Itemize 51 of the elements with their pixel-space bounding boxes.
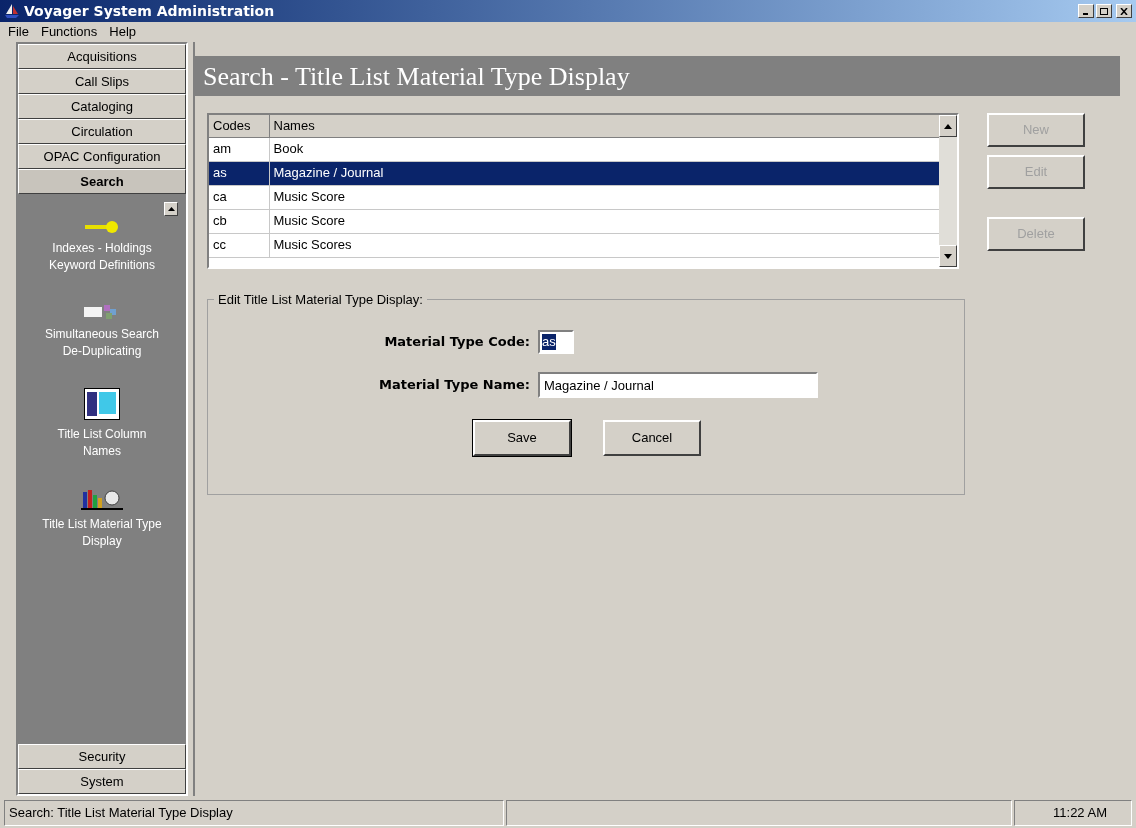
- menu-item[interactable]: File: [8, 22, 29, 42]
- sidebar-section-button[interactable]: Acquisitions: [18, 44, 186, 69]
- menu-item[interactable]: Functions: [40, 22, 98, 42]
- list-icon: [84, 388, 120, 420]
- status-time: 11:22 AM: [1014, 800, 1132, 826]
- scroll-down-icon: [944, 253, 952, 259]
- sidebar-item[interactable]: Title List Column Names: [40, 426, 164, 460]
- sidebar-section-button[interactable]: System: [18, 769, 186, 794]
- key-icon: [85, 220, 119, 234]
- table-cell[interactable]: Magazine / Journal: [269, 161, 939, 185]
- books-icon: [81, 488, 123, 510]
- scroll-up-icon: [167, 207, 175, 211]
- sidebar-section-button[interactable]: Call Slips: [18, 69, 186, 94]
- maximize-button[interactable]: [1096, 4, 1112, 18]
- ship-icon: [4, 3, 20, 19]
- sidebar-item[interactable]: Indexes - Holdings Keyword Definitions: [40, 240, 164, 274]
- sidebar-section-button[interactable]: Search: [18, 169, 186, 194]
- close-icon: [1120, 7, 1128, 15]
- table-cell[interactable]: as: [209, 161, 269, 185]
- table-cell[interactable]: am: [209, 137, 269, 161]
- status-message: Search: Title List Material Type Display: [4, 800, 504, 826]
- field-label: Material Type Code:: [383, 333, 531, 352]
- sidebar-item[interactable]: Simultaneous Search De-Duplicating: [40, 326, 164, 360]
- table-cell[interactable]: Music Score: [269, 209, 939, 233]
- scroll-up-button[interactable]: [164, 202, 178, 216]
- code-field[interactable]: as: [538, 330, 574, 354]
- sidebar-section-button[interactable]: Security: [18, 744, 186, 769]
- page-header: Search - Title List Material Type Display: [195, 56, 1120, 96]
- sidebar-section-button[interactable]: Circulation: [18, 119, 186, 144]
- table-cell[interactable]: cb: [209, 209, 269, 233]
- form-button[interactable]: Save: [473, 420, 571, 456]
- scroll-up-icon: [944, 123, 952, 129]
- menu-item[interactable]: Help: [109, 22, 137, 42]
- form-button[interactable]: Cancel: [603, 420, 701, 456]
- name-field[interactable]: Magazine / Journal: [538, 372, 818, 398]
- sidebar-item[interactable]: Title List Material Type Display: [40, 516, 164, 550]
- column-header[interactable]: Codes: [209, 115, 269, 137]
- scrollbar[interactable]: [939, 115, 957, 267]
- table-cell[interactable]: Music Scores: [269, 233, 939, 257]
- maximize-icon: [1100, 7, 1108, 15]
- sidebar-section-button[interactable]: OPAC Configuration: [18, 144, 186, 169]
- close-button[interactable]: [1116, 4, 1132, 18]
- minimize-button[interactable]: [1078, 4, 1094, 18]
- table-cell[interactable]: ca: [209, 185, 269, 209]
- table-cell[interactable]: Music Score: [269, 185, 939, 209]
- window-title: Voyager System Administration: [24, 1, 275, 21]
- table-cell[interactable]: Book: [269, 137, 939, 161]
- field-label: Material Type Name:: [377, 376, 531, 395]
- column-header[interactable]: Names: [269, 115, 939, 137]
- sidebar-section-button[interactable]: Cataloging: [18, 94, 186, 119]
- table-cell[interactable]: cc: [209, 233, 269, 257]
